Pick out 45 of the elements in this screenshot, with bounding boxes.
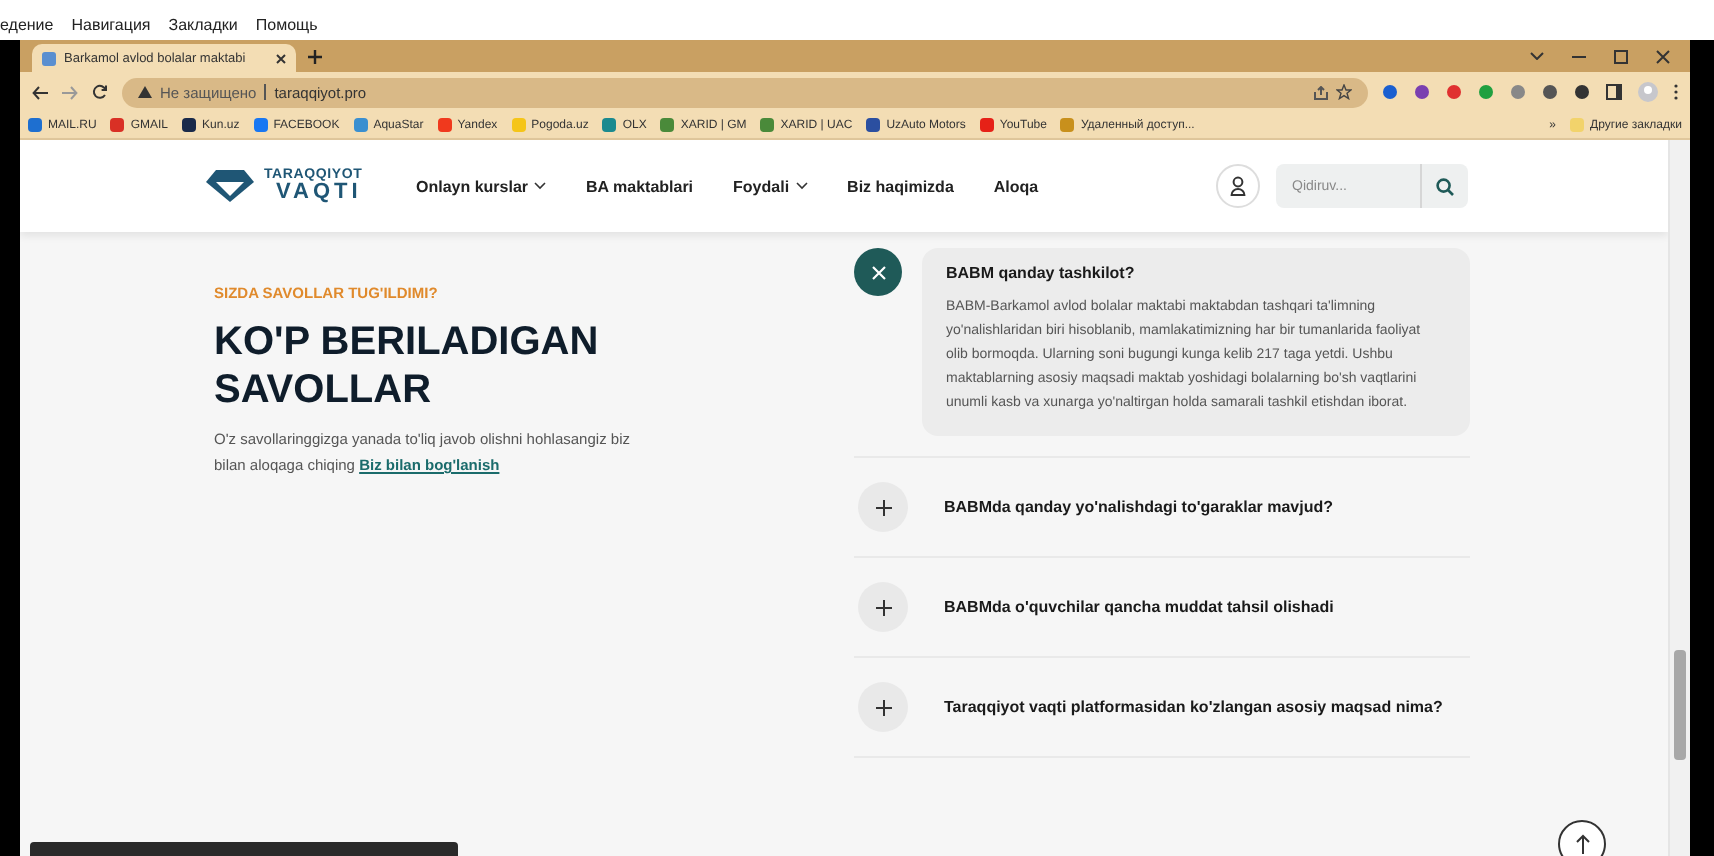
- search-button[interactable]: [1420, 164, 1468, 208]
- warning-icon: [138, 86, 152, 98]
- plus-icon: [875, 599, 891, 615]
- share-icon[interactable]: [1314, 85, 1328, 99]
- collapse-button[interactable]: [854, 248, 902, 296]
- chevron-down-icon: [795, 182, 808, 190]
- expand-button[interactable]: [858, 682, 908, 732]
- plus-icon: [875, 699, 891, 715]
- menu-item[interactable]: Помощь: [255, 16, 318, 34]
- minimize-icon[interactable]: [1572, 55, 1586, 57]
- faq-question[interactable]: Taraqqiyot vaqti platformasidan ko'zlangan asosiy maqsad nima?: [928, 697, 1443, 717]
- plus-icon: [875, 499, 891, 515]
- menu-item[interactable]: едение: [0, 16, 54, 34]
- star-icon[interactable]: [1336, 84, 1352, 100]
- section-title: KO'P BERILADIGAN SAVOLLAR: [214, 318, 601, 414]
- search-icon: [1436, 177, 1454, 195]
- reload-icon[interactable]: [92, 84, 108, 100]
- expand-button[interactable]: [858, 482, 908, 532]
- site-icon: [42, 51, 56, 65]
- nav-link[interactable]: Foydali: [733, 177, 808, 195]
- scrollbar-thumb[interactable]: [1674, 650, 1686, 760]
- expand-button[interactable]: [858, 582, 908, 632]
- maximize-icon[interactable]: [1614, 49, 1628, 63]
- menu-item[interactable]: Закладки: [168, 16, 238, 34]
- faq-question[interactable]: BABMda o'quvchilar qancha muddat tahsil olishadi: [928, 597, 1334, 617]
- close-icon: [871, 265, 885, 279]
- nav-link[interactable]: Onlayn kurslar: [416, 177, 547, 195]
- chevron-down-icon[interactable]: [1530, 52, 1544, 60]
- logo-icon: [204, 168, 256, 204]
- new-tab-icon[interactable]: [308, 50, 322, 64]
- nav-link[interactable]: BA maktablari: [586, 177, 694, 195]
- sidebar-icon[interactable]: [1606, 84, 1622, 100]
- back-to-top-button[interactable]: [1558, 820, 1606, 856]
- menu-item[interactable]: Навигация: [71, 16, 151, 34]
- arrow-up-icon: [1575, 834, 1589, 854]
- faq-question[interactable]: BABMda qanday yo'nalishdagi to'garaklar mavjud?: [928, 497, 1334, 517]
- chevron-down-icon: [534, 182, 547, 190]
- close-icon[interactable]: [276, 53, 286, 63]
- user-icon: [1230, 176, 1246, 196]
- nav-link[interactable]: Biz haqimizda: [847, 177, 954, 195]
- account-button[interactable]: [1216, 164, 1260, 208]
- nav-link[interactable]: Aloqa: [993, 177, 1039, 195]
- close-icon[interactable]: [1656, 49, 1670, 63]
- back-icon[interactable]: [32, 85, 48, 99]
- faq-question[interactable]: BABM qanday tashkilot?: [946, 264, 1446, 284]
